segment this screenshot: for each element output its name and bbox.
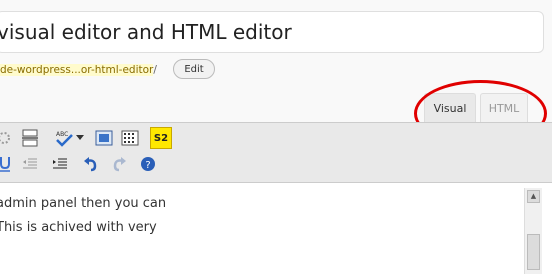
editor-toolbar: ABC S2 ? <box>0 122 552 183</box>
show-hide-kitchen-sink-icon[interactable] <box>120 128 140 148</box>
fullscreen-icon[interactable] <box>94 128 114 148</box>
svg-text:?: ? <box>145 160 150 171</box>
underline-icon[interactable] <box>0 154 14 174</box>
content-editor[interactable]: admin panel then you can This is achived… <box>0 182 552 275</box>
kitchen-sink-button[interactable]: S2 <box>150 127 172 149</box>
spellcheck-icon[interactable]: ABC <box>54 128 74 148</box>
more-tag-icon[interactable] <box>0 128 14 148</box>
page-break-icon[interactable] <box>20 128 40 148</box>
post-title-field[interactable]: visual editor and HTML editor <box>0 11 544 53</box>
undo-icon[interactable] <box>80 154 100 174</box>
scroll-up-icon[interactable]: ▲ <box>527 190 540 203</box>
permalink-slug[interactable]: de-wordpress...or-html-editor <box>0 64 154 76</box>
permalink: de-wordpress...or-html-editor/ <box>0 60 157 80</box>
tab-html[interactable]: HTML <box>480 93 528 122</box>
help-icon[interactable]: ? <box>138 154 158 174</box>
content-line: admin panel then you can <box>0 196 167 211</box>
redo-icon[interactable] <box>110 154 130 174</box>
svg-text:ABC: ABC <box>56 131 68 138</box>
tab-visual[interactable]: Visual <box>424 93 476 122</box>
editor-scrollbar[interactable]: ▲ <box>524 188 542 274</box>
spellcheck-dropdown-icon[interactable] <box>74 128 86 148</box>
post-title-text: visual editor and HTML editor <box>0 20 292 44</box>
permalink-trailing: / <box>153 64 157 76</box>
edit-permalink-button[interactable]: Edit <box>173 59 215 79</box>
content-line: This is achived with very <box>0 220 157 235</box>
scrollbar-thumb[interactable] <box>527 234 540 270</box>
outdent-icon[interactable] <box>20 154 40 174</box>
indent-icon[interactable] <box>50 154 70 174</box>
